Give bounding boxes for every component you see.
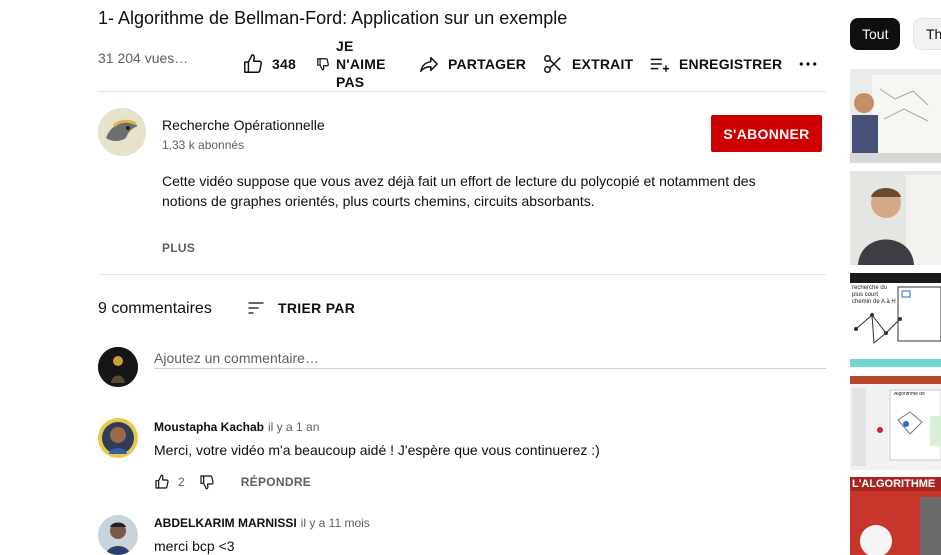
chip-topic[interactable]: Th bbox=[913, 18, 941, 50]
thumbs-up-icon[interactable] bbox=[154, 474, 170, 490]
comment-author-name[interactable]: ABDELKARIM MARNISSI bbox=[154, 516, 297, 530]
thumbs-down-icon bbox=[317, 58, 329, 71]
video-title: 1- Algorithme de Bellman-Ford: Applicati… bbox=[98, 8, 568, 28]
like-count: 348 bbox=[272, 56, 296, 72]
dislike-button[interactable]: JE N'AIME PAS bbox=[316, 36, 396, 92]
thumbs-down-icon[interactable] bbox=[199, 474, 215, 490]
clip-button[interactable]: EXTRAIT bbox=[542, 36, 633, 92]
avatar-image bbox=[98, 515, 138, 555]
like-button[interactable]: 348 bbox=[242, 36, 296, 92]
comment-time[interactable]: il y a 1 an bbox=[268, 420, 319, 434]
comment-author-avatar[interactable] bbox=[98, 515, 138, 555]
comment-time[interactable]: il y a 11 mois bbox=[301, 516, 370, 530]
thumbnail-overlay-text: L'ALGORITHME bbox=[852, 478, 936, 490]
sort-comments-button[interactable]: TRIER PAR bbox=[246, 298, 355, 318]
thumbnail-image bbox=[850, 171, 941, 265]
subscriber-count: 1,33 k abonnés bbox=[162, 138, 245, 152]
thumbnail-image bbox=[850, 69, 941, 163]
scissors-icon bbox=[544, 55, 561, 73]
related-video-thumbnail[interactable]: recherche du plus court chemin de A à H bbox=[850, 273, 941, 367]
comment-text: Merci, votre vidéo m'a beaucoup aidé ! J… bbox=[154, 442, 600, 458]
clip-label: EXTRAIT bbox=[572, 56, 634, 72]
video-description: Cette vidéo suppose que vous avez déjà f… bbox=[162, 173, 756, 209]
comment-author-avatar[interactable] bbox=[98, 418, 138, 458]
thumbs-up-icon bbox=[244, 54, 263, 73]
divider bbox=[98, 91, 826, 92]
share-icon bbox=[420, 56, 438, 73]
save-button[interactable]: ENREGISTRER bbox=[649, 36, 782, 92]
related-video-thumbnail[interactable] bbox=[850, 69, 941, 163]
video-actions-row: 31 204 vues… 348 JE N'AIME PAS PARTAGER … bbox=[98, 36, 826, 92]
thumbnail-overlay-text: recherche du plus court chemin de A à H bbox=[852, 285, 896, 305]
more-horizontal-icon bbox=[799, 62, 817, 66]
comment-like-count: 2 bbox=[178, 475, 185, 489]
chip-all[interactable]: Tout bbox=[850, 18, 901, 50]
current-user-avatar bbox=[98, 347, 138, 387]
comment-actions: 2 RÉPONDRE bbox=[154, 474, 311, 490]
channel-avatar[interactable] bbox=[98, 108, 146, 156]
related-video-thumbnail[interactable]: Algorithme de bbox=[850, 376, 941, 470]
thumbnail-image bbox=[850, 376, 941, 470]
channel-name[interactable]: Recherche Opérationnelle bbox=[162, 117, 325, 133]
channel-logo-icon bbox=[98, 108, 146, 156]
thumbnail-overlay-text: Algorithme de bbox=[894, 392, 925, 397]
comment-author[interactable]: ABDELKARIM MARNISSI il y a 11 mois bbox=[154, 516, 370, 530]
dislike-label: JE N'AIME PAS bbox=[336, 38, 386, 90]
show-more-button[interactable]: PLUS bbox=[162, 241, 195, 255]
user-avatar-image bbox=[98, 347, 138, 387]
playlist-add-icon bbox=[650, 58, 670, 72]
related-video-thumbnail[interactable] bbox=[850, 171, 941, 265]
subscribe-button[interactable]: S'ABONNER bbox=[711, 115, 822, 152]
sort-label: TRIER PAR bbox=[278, 300, 356, 316]
watch-metadata: 1- Algorithme de Bellman-Ford: Applicati… bbox=[98, 0, 826, 555]
comment-author-name[interactable]: Moustapha Kachab bbox=[154, 420, 264, 434]
sort-icon bbox=[248, 302, 264, 314]
comment-author[interactable]: Moustapha Kachab il y a 1 an bbox=[154, 420, 319, 434]
avatar-image bbox=[98, 418, 138, 458]
reply-button[interactable]: RÉPONDRE bbox=[241, 475, 311, 489]
more-actions-button[interactable] bbox=[798, 36, 818, 92]
view-count[interactable]: 31 204 vues… bbox=[98, 50, 188, 66]
comments-count: 9 commentaires bbox=[98, 300, 212, 317]
related-video-thumbnail[interactable]: L'ALGORITHME bbox=[850, 477, 941, 555]
save-label: ENREGISTRER bbox=[679, 56, 783, 72]
share-label: PARTAGER bbox=[448, 56, 527, 72]
divider bbox=[98, 274, 826, 275]
add-comment-input[interactable] bbox=[154, 347, 826, 369]
comment-text: merci bcp <3 bbox=[154, 538, 235, 554]
share-button[interactable]: PARTAGER bbox=[418, 36, 526, 92]
